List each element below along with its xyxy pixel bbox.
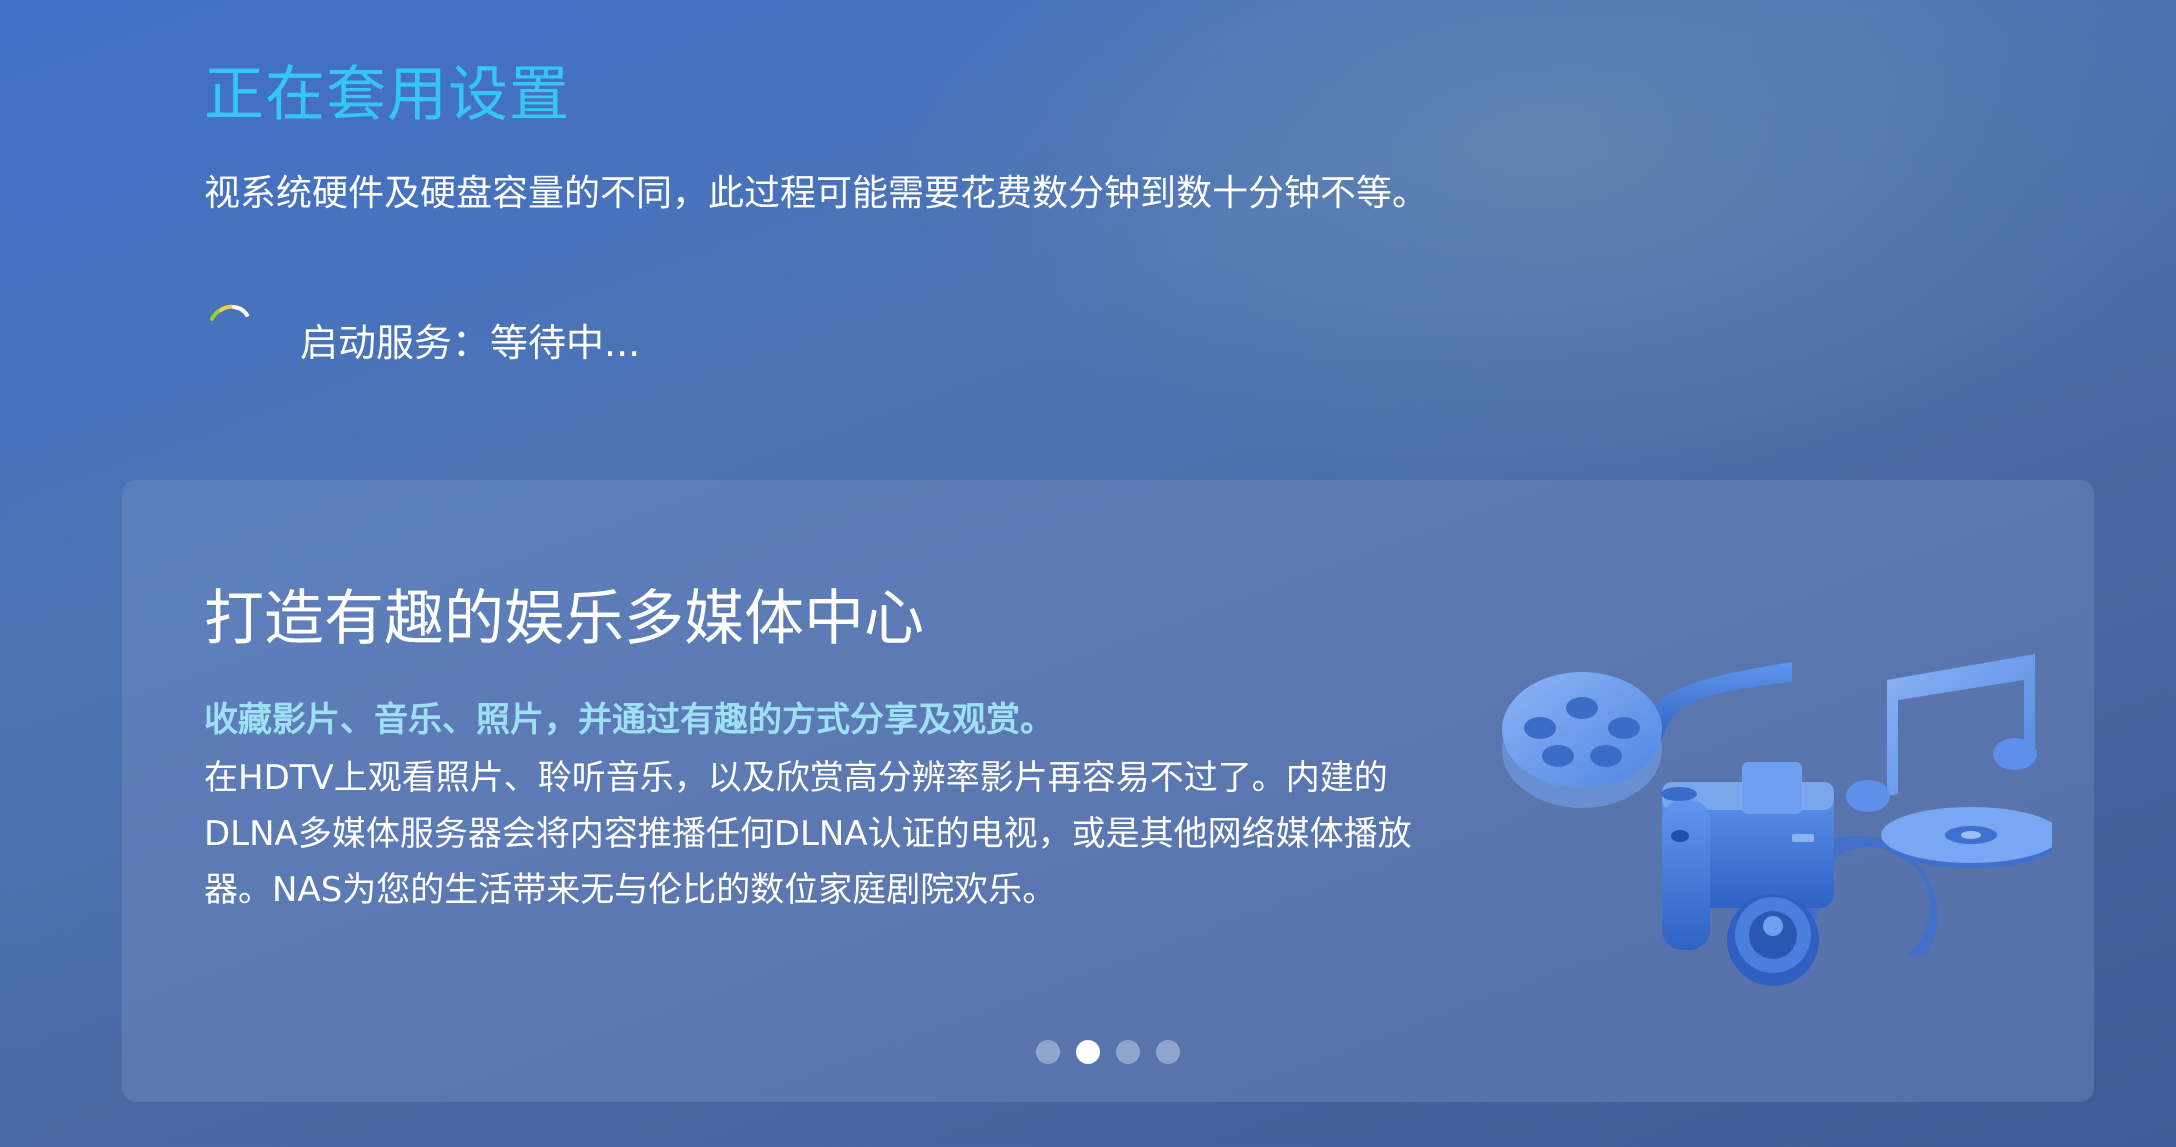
carousel-dot[interactable]	[1036, 1040, 1060, 1064]
feature-card: 打造有趣的娱乐多媒体中心 收藏影片、音乐、照片，并通过有趣的方式分享及观赏。 在…	[122, 480, 2094, 1102]
card-body: 在HDTV上观看照片、聆听音乐，以及欣赏高分辨率影片再容易不过了。内建的 DLN…	[204, 750, 1604, 918]
page-description: 视系统硬件及硬盘容量的不同，此过程可能需要花费数分钟到数十分钟不等。	[204, 173, 1429, 214]
disc-icon	[1881, 807, 2052, 868]
card-subtitle: 收藏影片、音乐、照片，并通过有趣的方式分享及观赏。	[204, 700, 1054, 740]
camera-icon	[1661, 762, 1938, 986]
carousel-dot[interactable]	[1116, 1040, 1140, 1064]
card-body-line: 器。NAS为您的生活带来无与伦比的数位家庭剧院欢乐。	[204, 870, 1057, 910]
loading-spinner-icon	[210, 304, 249, 321]
music-note-icon	[1846, 654, 2037, 812]
status-text: 启动服务：等待中...	[300, 321, 641, 365]
carousel-dot[interactable]	[1156, 1040, 1180, 1064]
card-body-line: DLNA多媒体服务器会将内容推播任何DLNA认证的电视，或是其他网络媒体播放	[204, 814, 1412, 854]
carousel-dot[interactable]	[1076, 1040, 1100, 1064]
card-body-line: 在HDTV上观看照片、聆听音乐，以及欣赏高分辨率影片再容易不过了。内建的	[204, 758, 1388, 798]
multimedia-illustration	[1502, 654, 2052, 986]
card-title: 打造有趣的娱乐多媒体中心	[204, 584, 924, 654]
status-row: 启动服务：等待中...	[204, 296, 1104, 376]
page-title: 正在套用设置	[204, 60, 570, 130]
carousel-indicator	[122, 1040, 2094, 1064]
background-glow	[900, 0, 2176, 500]
